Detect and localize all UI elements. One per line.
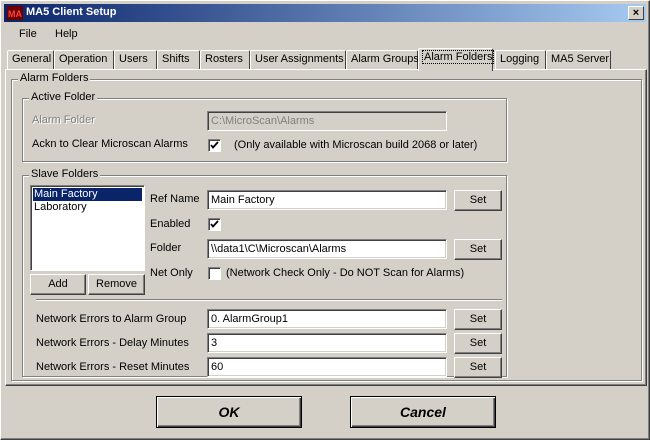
net-errors-group-field[interactable]: 0. AlarmGroup1 xyxy=(207,309,447,329)
menu-help[interactable]: Help xyxy=(55,28,78,40)
svg-text:MA: MA xyxy=(8,9,22,19)
tab-label: General xyxy=(12,53,52,65)
separator xyxy=(36,299,502,301)
delay-minutes-label: Network Errors - Delay Minutes xyxy=(36,337,189,349)
tab-label: MA5 Server xyxy=(551,53,610,65)
set-ref-name-button[interactable]: Set xyxy=(454,190,502,211)
tab-label: Alarm Groups xyxy=(351,53,419,65)
tab-label: Alarm Folders xyxy=(421,50,495,64)
ackn-checkbox[interactable] xyxy=(208,139,221,152)
ackn-label: Ackn to Clear Microscan Alarms xyxy=(32,138,188,150)
window-title: MA5 Client Setup xyxy=(26,6,117,18)
tab-label: Logging xyxy=(500,53,540,65)
close-button[interactable]: × xyxy=(628,6,644,20)
alarm-folders-legend: Alarm Folders xyxy=(18,72,91,84)
cancel-button[interactable]: Cancel xyxy=(350,396,496,428)
slave-folders-list[interactable]: Main Factory Laboratory xyxy=(30,185,145,271)
net-only-label: Net Only xyxy=(150,267,193,279)
tab-alarm-folders[interactable]: Alarm Folders xyxy=(418,48,495,71)
ref-name-label: Ref Name xyxy=(150,193,200,205)
tab-alarm-groups[interactable]: Alarm Groups xyxy=(346,50,419,69)
set-delay-button[interactable]: Set xyxy=(454,333,502,354)
tab-shifts[interactable]: Shifts xyxy=(157,50,200,69)
ackn-note: (Only available with Microscan build 206… xyxy=(234,139,478,151)
tab-label: Rosters xyxy=(205,53,243,65)
tab-label: Operation xyxy=(59,53,108,65)
remove-button[interactable]: Remove xyxy=(88,274,145,295)
active-folder-legend: Active Folder xyxy=(29,91,98,103)
tab-label: Shifts xyxy=(162,53,190,65)
tab-label: User Assignments xyxy=(255,53,344,65)
tab-logging[interactable]: Logging xyxy=(495,50,546,69)
checkmark-icon xyxy=(210,220,219,228)
ok-button[interactable]: OK xyxy=(156,396,302,428)
list-item[interactable]: Laboratory xyxy=(33,201,142,214)
tab-general[interactable]: General xyxy=(7,50,54,69)
setup-window: MA MA5 Client Setup × File Help General … xyxy=(0,0,650,440)
active-folder-group: Active Folder Alarm Folder C:\MicroScan\… xyxy=(22,91,507,162)
net-only-note: (Network Check Only - Do NOT Scan for Al… xyxy=(226,267,465,279)
reset-minutes-field[interactable]: 60 xyxy=(207,357,447,377)
folder-label: Folder xyxy=(150,242,182,254)
tab-user-assignments[interactable]: User Assignments xyxy=(250,50,346,69)
net-errors-group-label: Network Errors to Alarm Group xyxy=(36,313,187,325)
list-item[interactable]: Main Factory xyxy=(33,188,142,201)
set-folder-button[interactable]: Set xyxy=(454,239,502,260)
tab-label: Users xyxy=(119,53,148,65)
checkmark-icon xyxy=(210,141,219,149)
net-only-checkbox[interactable] xyxy=(208,267,221,280)
slave-folders-legend: Slave Folders xyxy=(29,168,101,180)
reset-minutes-label: Network Errors - Reset Minutes xyxy=(36,361,190,373)
tab-strip: General Operation Users Shifts Rosters U… xyxy=(7,48,647,71)
alarm-folder-label: Alarm Folder xyxy=(32,114,95,126)
add-button[interactable]: Add xyxy=(30,274,86,295)
tab-users[interactable]: Users xyxy=(114,50,157,69)
close-icon: × xyxy=(632,7,640,19)
alarm-folder-field: C:\MicroScan\Alarms xyxy=(207,111,447,131)
enabled-checkbox[interactable] xyxy=(208,218,221,231)
menu-file[interactable]: File xyxy=(19,28,37,40)
tab-ma5-server[interactable]: MA5 Server xyxy=(546,50,611,69)
tab-rosters[interactable]: Rosters xyxy=(200,50,250,69)
alarm-folders-group: Alarm Folders Active Folder Alarm Folder… xyxy=(11,72,642,381)
menu-bar: File Help xyxy=(4,25,646,44)
enabled-label: Enabled xyxy=(150,218,191,230)
folder-field[interactable]: \\data1\C\Microscan\Alarms xyxy=(207,239,447,259)
slave-folders-group: Slave Folders Main Factory Laboratory Ad… xyxy=(22,168,507,378)
app-icon: MA xyxy=(7,6,23,20)
set-net-errors-group-button[interactable]: Set xyxy=(454,309,502,330)
title-bar[interactable]: MA MA5 Client Setup × xyxy=(4,4,646,22)
set-reset-button[interactable]: Set xyxy=(454,357,502,378)
tab-operation[interactable]: Operation xyxy=(54,50,114,69)
delay-minutes-field[interactable]: 3 xyxy=(207,333,447,353)
tab-panel-alarm-folders: Alarm Folders Active Folder Alarm Folder… xyxy=(5,69,647,386)
ref-name-field[interactable]: Main Factory xyxy=(207,190,447,210)
